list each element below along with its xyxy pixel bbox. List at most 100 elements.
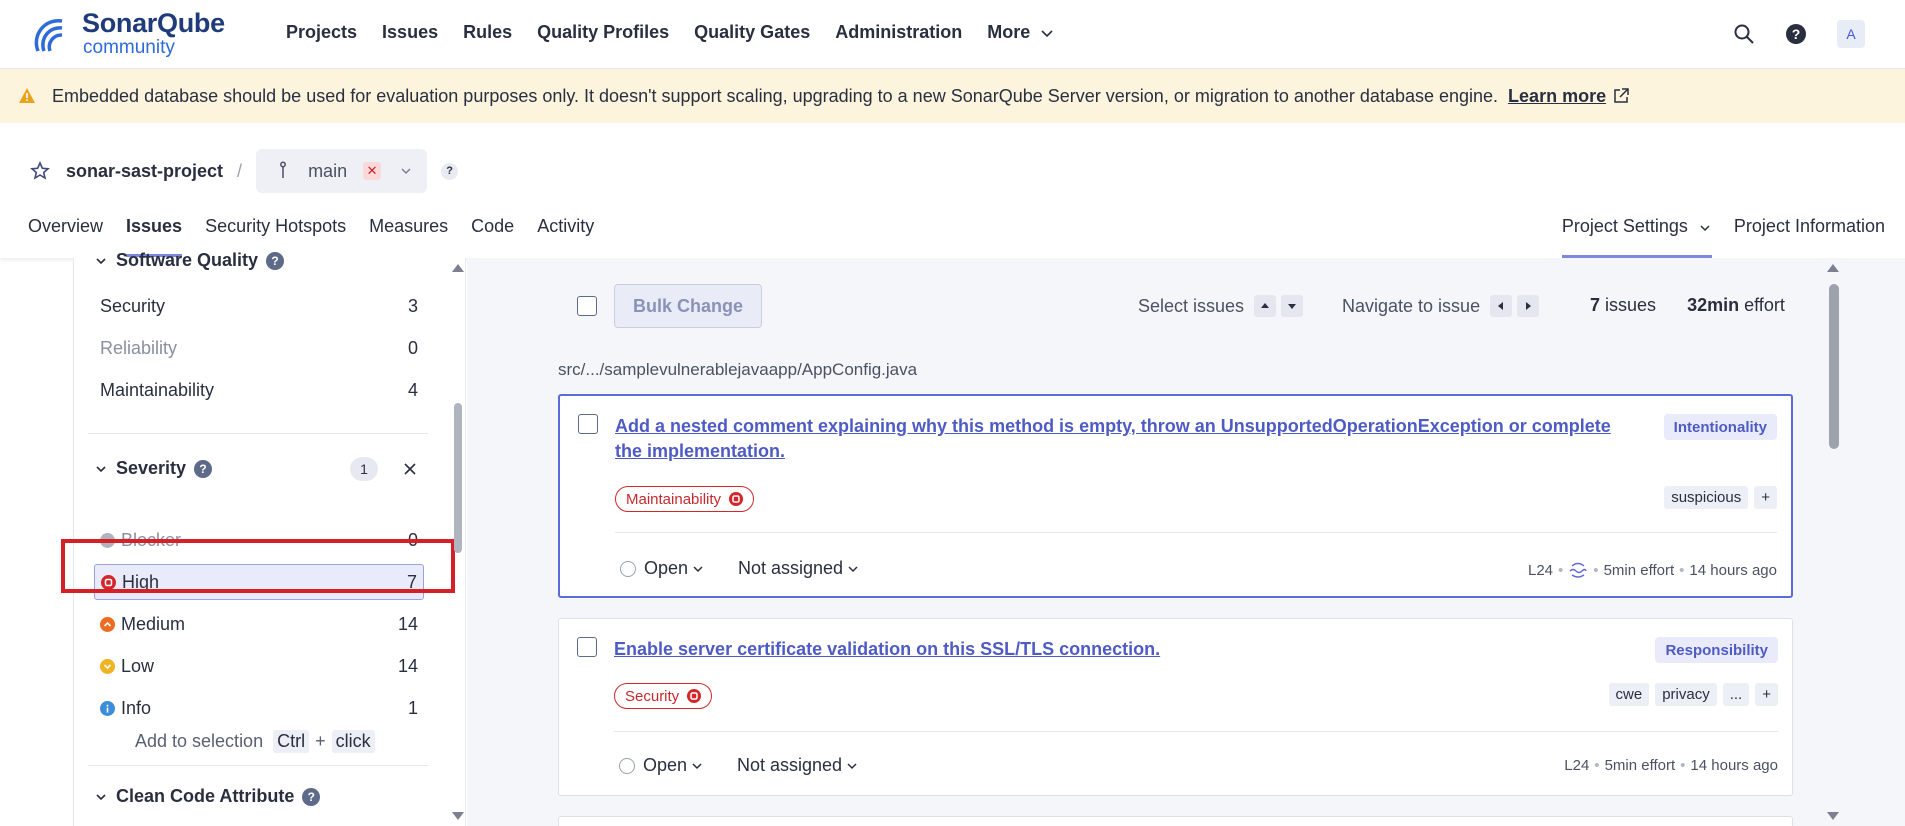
nav-issues[interactable]: Issues bbox=[382, 22, 438, 43]
issue-checkbox[interactable] bbox=[577, 637, 597, 657]
scroll-up-arrow[interactable] bbox=[452, 264, 464, 272]
facet-label: Security bbox=[100, 295, 166, 316]
clean-code-attribute-badge[interactable]: Intentionality bbox=[1663, 414, 1777, 440]
avatar[interactable]: A bbox=[1837, 20, 1865, 48]
issue-count: 7 bbox=[1590, 295, 1601, 315]
nav-more[interactable]: More bbox=[987, 22, 1054, 43]
issue-tags[interactable]: cwe privacy ... + bbox=[1608, 683, 1778, 706]
add-tag-button[interactable]: + bbox=[1755, 683, 1778, 706]
help-icon[interactable]: ? bbox=[194, 459, 213, 478]
nav-quality-gates[interactable]: Quality Gates bbox=[694, 22, 810, 43]
facet-count: 3 bbox=[407, 295, 418, 316]
banner-text: Embedded database should be used for eva… bbox=[52, 85, 1499, 106]
select-next-button[interactable] bbox=[1281, 295, 1304, 317]
add-tag-button[interactable]: + bbox=[1754, 486, 1777, 509]
warning-banner: Embedded database should be used for eva… bbox=[0, 69, 1905, 123]
sidebar-scrollbar[interactable] bbox=[449, 258, 466, 826]
scrollbar-thumb[interactable] bbox=[454, 403, 462, 553]
scroll-down-arrow[interactable] bbox=[452, 812, 464, 820]
navigate-next-button[interactable] bbox=[1517, 295, 1540, 317]
tab-measures[interactable]: Measures bbox=[369, 216, 448, 257]
arrow-up-icon bbox=[1261, 303, 1270, 308]
sonar-waves-icon bbox=[34, 18, 63, 52]
scrollbar-thumb[interactable] bbox=[1829, 284, 1839, 449]
tab-activity[interactable]: Activity bbox=[537, 216, 594, 257]
external-link-icon[interactable] bbox=[1612, 87, 1630, 105]
nav-quality-profiles[interactable]: Quality Profiles bbox=[537, 22, 669, 43]
navigate-previous-button[interactable] bbox=[1490, 295, 1513, 317]
nav-administration[interactable]: Administration bbox=[835, 22, 962, 43]
issue-checkbox[interactable] bbox=[578, 414, 598, 434]
issue-card[interactable]: Add a nested comment explaining why this… bbox=[558, 394, 1793, 598]
nav-rules[interactable]: Rules bbox=[463, 22, 512, 43]
favorite-star-icon[interactable] bbox=[30, 161, 50, 181]
clean-code-attribute-badge[interactable]: Responsibility bbox=[1655, 637, 1778, 663]
branch-help-icon[interactable]: ? bbox=[441, 162, 459, 180]
select-previous-button[interactable] bbox=[1254, 295, 1277, 317]
divider bbox=[88, 765, 428, 766]
sonarqube-logo[interactable]: SonarQube community bbox=[32, 10, 225, 57]
facet-item-maintainability[interactable]: Maintainability 4 bbox=[94, 372, 424, 408]
facet-item-security[interactable]: Security 3 bbox=[94, 288, 424, 324]
software-quality-tag[interactable]: Security bbox=[614, 683, 713, 709]
chevron-down-icon bbox=[848, 565, 858, 572]
issue-title[interactable]: Enable server certificate validation on … bbox=[614, 637, 1614, 662]
highlight-box bbox=[61, 539, 455, 593]
more-tags[interactable]: ... bbox=[1722, 683, 1750, 706]
branch-selector[interactable]: main ✕ bbox=[256, 149, 428, 193]
issue-line[interactable]: L24 bbox=[1564, 757, 1589, 774]
main-scrollbar[interactable] bbox=[1823, 258, 1843, 826]
facet-label: Medium bbox=[121, 613, 186, 634]
issue-line[interactable]: L24 bbox=[1528, 562, 1553, 579]
software-quality-tag[interactable]: Maintainability bbox=[615, 486, 755, 512]
help-icon[interactable]: ? bbox=[1785, 23, 1807, 45]
severity-facet-header[interactable]: Severity ? bbox=[94, 458, 213, 479]
status-label: Open bbox=[643, 755, 688, 775]
tab-code[interactable]: Code bbox=[471, 216, 514, 257]
facet-count: 14 bbox=[397, 613, 418, 634]
info-severity-icon bbox=[100, 700, 115, 716]
issue-effort: 5min effort bbox=[1603, 561, 1675, 579]
issue-age: 14 hours ago bbox=[1689, 561, 1777, 579]
issue-tags[interactable]: suspicious + bbox=[1664, 486, 1777, 509]
scroll-down-arrow[interactable] bbox=[1827, 812, 1839, 820]
search-icon[interactable] bbox=[1733, 23, 1755, 45]
hint-plus: + bbox=[315, 731, 326, 751]
facet-item-low[interactable]: Low 14 bbox=[94, 648, 424, 684]
clear-filter-icon[interactable] bbox=[400, 459, 420, 479]
facet-item-reliability[interactable]: Reliability 0 bbox=[94, 330, 424, 366]
quality-label: Security bbox=[625, 687, 680, 705]
project-name[interactable]: sonar-sast-project bbox=[66, 161, 223, 182]
project-information-link[interactable]: Project Information bbox=[1734, 216, 1885, 258]
learn-more-link[interactable]: Learn more bbox=[1508, 86, 1606, 107]
help-icon[interactable]: ? bbox=[266, 251, 285, 270]
logo-title: SonarQube bbox=[82, 8, 225, 38]
facet-item-medium[interactable]: Medium 14 bbox=[94, 606, 424, 642]
tag: privacy bbox=[1655, 683, 1717, 706]
software-quality-facet-header[interactable]: Software Quality ? bbox=[94, 250, 285, 271]
status-dropdown[interactable]: Open bbox=[620, 558, 704, 579]
status-dropdown[interactable]: Open bbox=[619, 755, 703, 776]
chevron-down-icon bbox=[847, 762, 857, 769]
tag: cwe bbox=[1608, 683, 1650, 706]
open-status-icon bbox=[619, 757, 635, 774]
clean-code-facet-header[interactable]: Clean Code Attribute ? bbox=[94, 786, 321, 807]
help-icon[interactable]: ? bbox=[302, 787, 321, 806]
nav-projects[interactable]: Projects bbox=[286, 22, 357, 43]
bulk-change-button[interactable]: Bulk Change bbox=[614, 284, 762, 328]
project-settings-menu[interactable]: Project Settings bbox=[1561, 216, 1712, 258]
issue-title[interactable]: Add a nested comment explaining why this… bbox=[615, 414, 1615, 464]
tab-overview[interactable]: Overview bbox=[28, 216, 103, 257]
issue-card-partial[interactable] bbox=[558, 816, 1793, 826]
assignee-dropdown[interactable]: Not assigned bbox=[738, 558, 859, 579]
issue-card[interactable]: Enable server certificate validation on … bbox=[558, 618, 1793, 796]
chevron-down-icon bbox=[96, 465, 106, 472]
file-path[interactable]: src/.../samplevulnerablejavaapp/AppConfi… bbox=[558, 360, 917, 380]
facet-count: 14 bbox=[397, 655, 418, 676]
assignee-dropdown[interactable]: Not assigned bbox=[737, 755, 858, 776]
navigate-label: Navigate to issue bbox=[1342, 295, 1481, 316]
scroll-up-arrow[interactable] bbox=[1827, 264, 1839, 272]
facet-item-info[interactable]: Info 1 bbox=[94, 690, 424, 726]
select-all-checkbox[interactable] bbox=[577, 296, 597, 316]
divider bbox=[615, 532, 1777, 533]
